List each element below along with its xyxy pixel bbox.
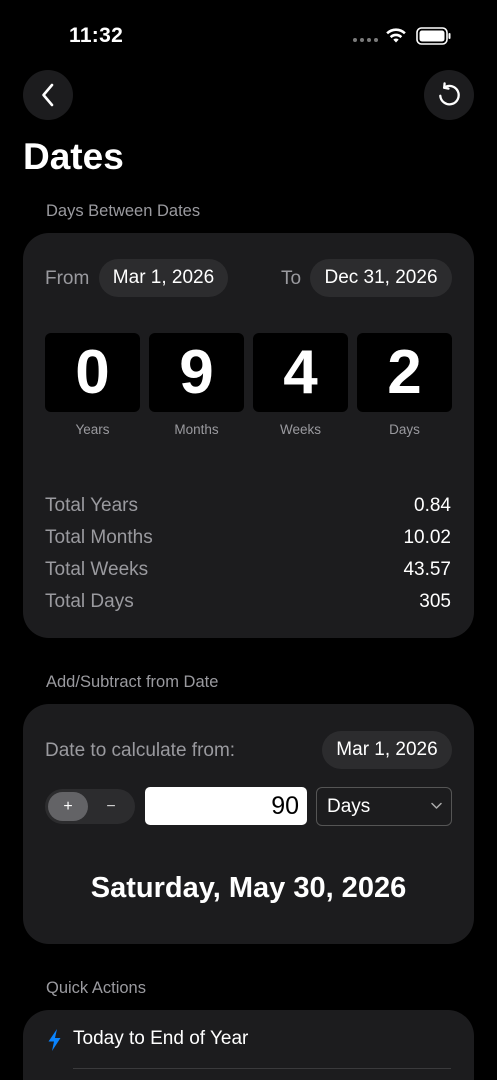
unit-select[interactable]: Days [316, 787, 452, 826]
reset-icon [439, 82, 460, 106]
status-bar: 11:32 [0, 0, 497, 70]
days-label: Days [389, 422, 420, 437]
dates-screen: 11:32 Dates Days Between Dates From Mar [0, 0, 497, 1080]
page-title: Dates [23, 136, 124, 177]
chevron-left-icon [42, 83, 54, 107]
total-days-row: Total Days 305 [45, 591, 451, 615]
bolt-icon [48, 1029, 61, 1051]
total-label: Total Months [45, 527, 153, 548]
from-label: From [45, 268, 90, 289]
days-digit: 2 [357, 333, 452, 412]
reset-button[interactable] [424, 70, 474, 120]
years-label: Years [75, 422, 110, 437]
calculate-from-date-picker[interactable]: Mar 1, 2026 [322, 731, 452, 769]
total-value: 43.57 [403, 559, 451, 580]
add-segment[interactable]: + [48, 792, 88, 821]
add-subtract-segmented-control: + − [45, 789, 135, 824]
quick-actions-section-label: Quick Actions [46, 979, 146, 997]
back-button[interactable] [23, 70, 73, 120]
total-value: 305 [419, 591, 451, 612]
unit-select-value: Days [327, 796, 371, 817]
quick-action-today-to-end-of-year[interactable]: Today to End of Year [45, 1028, 451, 1052]
total-months-row: Total Months 10.02 [45, 527, 451, 551]
add-subtract-section-label: Add/Subtract from Date [46, 673, 219, 691]
weeks-digit: 4 [253, 333, 348, 412]
weeks-label: Weeks [279, 422, 321, 437]
chevron-down-icon [431, 802, 442, 809]
months-digit: 9 [149, 333, 244, 412]
years-digit: 0 [45, 333, 140, 412]
months-label: Months [174, 422, 219, 437]
total-years-row: Total Years 0.84 [45, 495, 451, 519]
cellular-signal-icon [353, 38, 378, 42]
days-between-section-label: Days Between Dates [46, 202, 201, 220]
total-weeks-row: Total Weeks 43.57 [45, 559, 451, 583]
status-time: 11:32 [69, 24, 124, 47]
to-label: To [281, 268, 302, 289]
amount-input[interactable] [145, 787, 307, 825]
total-value: 10.02 [403, 527, 451, 548]
wifi-icon [386, 28, 406, 43]
total-label: Total Days [45, 591, 134, 612]
quick-action-divider [73, 1068, 451, 1069]
add-subtract-card: Date to calculate from: Mar 1, 2026 + − … [23, 704, 474, 944]
from-date-picker[interactable]: Mar 1, 2026 [99, 259, 228, 297]
subtract-segment[interactable]: − [91, 792, 131, 821]
total-value: 0.84 [414, 495, 451, 516]
to-date-picker[interactable]: Dec 31, 2026 [310, 259, 452, 297]
result-date: Saturday, May 30, 2026 [90, 872, 407, 904]
battery-icon [416, 27, 451, 45]
total-label: Total Weeks [45, 559, 149, 580]
quick-actions-card: Today to End of Year [23, 1010, 474, 1080]
calculate-from-label: Date to calculate from: [45, 740, 236, 761]
days-between-card: From Mar 1, 2026 To Dec 31, 2026 0 9 4 2… [23, 233, 474, 638]
total-label: Total Years [45, 495, 138, 516]
quick-action-label: Today to End of Year [73, 1028, 249, 1049]
